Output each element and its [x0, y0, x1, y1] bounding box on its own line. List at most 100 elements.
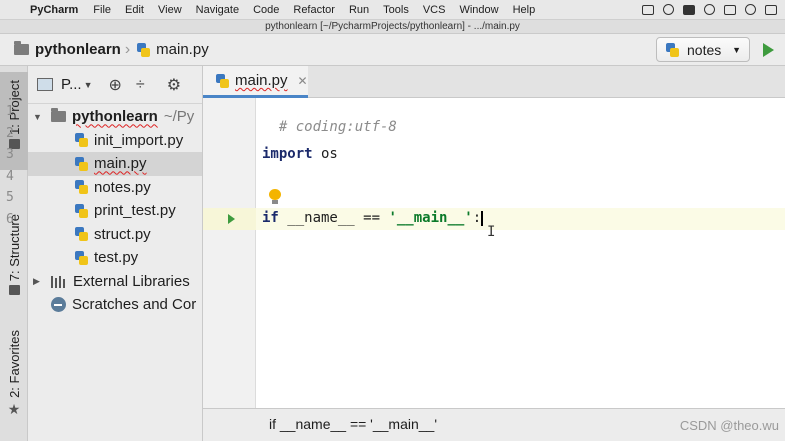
- tree-item-label: print_test.py: [94, 202, 176, 220]
- python-icon: [665, 42, 679, 57]
- tree-item-file-selected[interactable]: main.py: [28, 152, 202, 176]
- tree-item-label: struct.py: [94, 225, 151, 243]
- tree-item-label: test.py: [94, 249, 139, 267]
- menu-vcs[interactable]: VCS: [416, 4, 453, 16]
- line-number: 6: [6, 212, 14, 227]
- code-string: '__main__': [388, 210, 473, 226]
- battery-icon[interactable]: [724, 4, 736, 15]
- python-file-icon: [74, 133, 88, 148]
- menu-help[interactable]: Help: [506, 4, 543, 16]
- window-title: pythonlearn [~/PycharmProjects/pythonlea…: [0, 20, 785, 34]
- tree-item-file[interactable]: struct.py: [28, 223, 202, 247]
- dropdown-arrow-icon[interactable]: ▼: [84, 80, 93, 90]
- python-file-icon: [74, 250, 88, 265]
- intention-bulb-icon[interactable]: [268, 189, 282, 205]
- run-gutter-icon[interactable]: [228, 214, 235, 224]
- python-file-icon: [74, 203, 88, 218]
- code-text: os: [312, 146, 338, 162]
- library-icon: [51, 274, 67, 289]
- code-comment: # coding:utf-8: [278, 119, 397, 135]
- menu-bar: PyCharm File Edit View Navigate Code Ref…: [0, 0, 785, 20]
- editor-breadcrumb[interactable]: if __name__ == '__main__': [269, 416, 437, 432]
- camera-icon[interactable]: [642, 4, 654, 15]
- breadcrumb-project-label: pythonlearn: [35, 41, 121, 58]
- menu-window[interactable]: Window: [452, 4, 505, 16]
- tree-item-scratches[interactable]: Scratches and Cor: [28, 293, 202, 317]
- app-menu[interactable]: PyCharm: [26, 4, 86, 16]
- menu-tools[interactable]: Tools: [376, 4, 416, 16]
- dropdown-arrow-icon: ▼: [732, 44, 741, 55]
- tree-item-file[interactable]: print_test.py: [28, 199, 202, 223]
- accessibility-icon[interactable]: [745, 4, 756, 15]
- menu-edit[interactable]: Edit: [118, 4, 151, 16]
- collapse-arrow-icon[interactable]: ▶: [33, 276, 43, 287]
- ibeam-cursor-icon: I: [487, 224, 496, 240]
- tab-favorites[interactable]: 2: Favorites ★: [0, 330, 28, 426]
- menu-refactor[interactable]: Refactor: [286, 4, 342, 16]
- editor-gutter: [203, 98, 256, 408]
- tree-item-root[interactable]: ▼ pythonlearn ~/Py: [28, 105, 202, 129]
- tab-main-py[interactable]: main.py ✕: [203, 66, 308, 98]
- project-tree: ▼ pythonlearn ~/Py init_import.py main.p…: [28, 104, 202, 317]
- menu-file[interactable]: File: [86, 4, 118, 16]
- tree-item-label: External Libraries: [73, 272, 190, 290]
- breadcrumb-file-label: main.py: [156, 41, 209, 58]
- line-number: 5: [6, 190, 14, 205]
- tree-item-file[interactable]: notes.py: [28, 176, 202, 200]
- scratches-icon: [51, 297, 66, 313]
- project-panel: P... ▼ ⊕ ÷ ⚙ ▼ pythonlearn ~/Py init_imp…: [28, 66, 203, 441]
- breadcrumb-file[interactable]: main.py: [136, 41, 209, 58]
- tab-label: main.py: [235, 72, 288, 89]
- docker-icon[interactable]: [683, 4, 695, 15]
- tree-item-file[interactable]: init_import.py: [28, 129, 202, 153]
- folder-icon: [14, 41, 29, 55]
- python-file-icon: [74, 180, 88, 195]
- project-view-icon: [37, 78, 53, 91]
- tree-item-label: init_import.py: [94, 131, 184, 149]
- menu-code[interactable]: Code: [246, 4, 286, 16]
- run-configuration-select[interactable]: notes ▼: [656, 37, 750, 62]
- expand-arrow-icon[interactable]: ▼: [33, 112, 43, 122]
- menu-navigate[interactable]: Navigate: [189, 4, 246, 16]
- close-icon[interactable]: ✕: [298, 74, 308, 88]
- collapse-all-icon[interactable]: ÷: [136, 76, 145, 94]
- navigation-bar: pythonlearn › main.py notes ▼: [0, 34, 785, 66]
- menu-run[interactable]: Run: [342, 4, 376, 16]
- breadcrumb-separator-icon: ›: [124, 40, 131, 58]
- code-text: __name__ ==: [278, 210, 389, 226]
- locate-target-icon[interactable]: ⊕: [109, 75, 122, 95]
- watermark: CSDN @theo.wu: [679, 418, 779, 433]
- tree-item-label: notes.py: [94, 178, 151, 196]
- wifi-status-icon[interactable]: [765, 4, 777, 15]
- python-file-icon: [74, 156, 88, 171]
- status-tray: [642, 4, 785, 15]
- folder-icon: [51, 108, 66, 123]
- project-view-select[interactable]: P...: [61, 76, 82, 93]
- menu-view[interactable]: View: [151, 4, 189, 16]
- tab-project[interactable]: 1: Project: [0, 72, 28, 170]
- text-caret: [481, 210, 484, 226]
- gear-icon[interactable]: ⚙: [167, 75, 181, 95]
- tab-favorites-label: 2: Favorites: [6, 330, 22, 398]
- editor-tab-bar: main.py ✕: [203, 66, 785, 98]
- run-configuration-label: notes: [687, 41, 722, 58]
- tree-item-external-libraries[interactable]: ▶ External Libraries: [28, 270, 202, 294]
- tab-structure[interactable]: 7: Structure: [0, 214, 28, 306]
- python-file-icon: [215, 73, 229, 88]
- structure-tool-icon: [8, 285, 20, 296]
- tree-item-root-label: pythonlearn: [72, 108, 158, 126]
- code-line-1: # coding:utf-8: [262, 103, 397, 135]
- line-number: 3: [6, 147, 14, 162]
- code-line-3: import os: [262, 146, 338, 162]
- code-editor[interactable]: [256, 98, 785, 408]
- tool-window-stripe: 1: Project 7: Structure 2: Favorites ★: [0, 66, 28, 441]
- star-icon: ★: [7, 400, 21, 417]
- code-line-6: if __name__ == '__main__':: [262, 210, 484, 226]
- line-number: 2: [6, 126, 14, 141]
- tree-item-file[interactable]: test.py: [28, 246, 202, 270]
- breadcrumb-project[interactable]: pythonlearn: [14, 41, 121, 58]
- run-button[interactable]: [763, 43, 774, 57]
- clock-icon[interactable]: [663, 4, 674, 15]
- wifi-icon[interactable]: [704, 4, 715, 15]
- line-number: 1: [6, 104, 14, 119]
